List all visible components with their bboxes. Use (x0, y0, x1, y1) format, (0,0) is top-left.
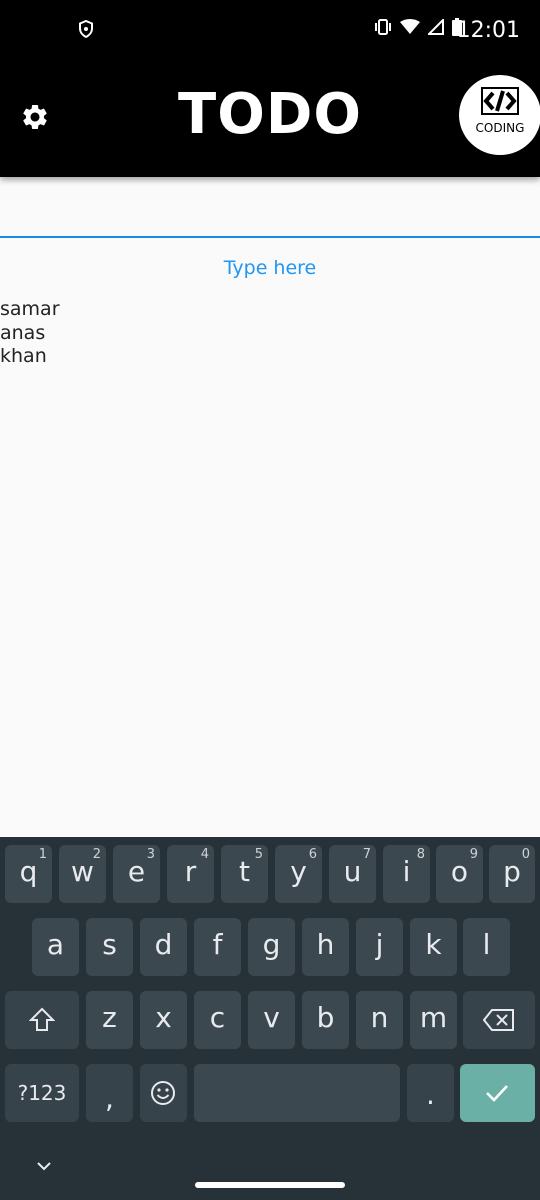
key-c[interactable]: c (194, 991, 241, 1049)
emoji-key[interactable] (140, 1064, 187, 1122)
done-key[interactable] (460, 1064, 535, 1122)
key-d[interactable]: d (140, 918, 187, 976)
key-s[interactable]: s (86, 918, 133, 976)
key-j[interactable]: j (356, 918, 403, 976)
list-item: anas (0, 321, 46, 344)
key-y[interactable]: 6y (275, 845, 322, 903)
key-q[interactable]: 1q (5, 845, 52, 903)
backspace-icon (483, 1009, 514, 1031)
signal-icon (428, 19, 444, 35)
key-g[interactable]: g (248, 918, 295, 976)
key-u[interactable]: 7u (329, 845, 376, 903)
period-key[interactable]: . (407, 1064, 454, 1122)
shift-key[interactable] (5, 991, 79, 1049)
checkmark-icon (486, 1085, 508, 1102)
list-item: khan (0, 345, 47, 367)
code-brackets-icon (481, 87, 519, 115)
key-t[interactable]: 5t (221, 845, 268, 903)
status-bar: 12:01 (0, 0, 540, 60)
key-w[interactable]: 2w (59, 845, 106, 903)
key-e[interactable]: 3e (113, 845, 160, 903)
key-x[interactable]: x (140, 991, 187, 1049)
key-k[interactable]: k (410, 918, 457, 976)
input-underline (0, 236, 540, 238)
key-f[interactable]: f (194, 918, 241, 976)
key-n[interactable]: n (356, 991, 403, 1049)
badge-label: CODING (475, 121, 525, 135)
key-m[interactable]: m (410, 991, 457, 1049)
app-bar: TODO CODING (0, 60, 540, 177)
shield-icon (79, 20, 93, 38)
emoji-icon (151, 1081, 175, 1105)
key-v[interactable]: v (248, 991, 295, 1049)
wifi-icon (400, 19, 420, 34)
key-b[interactable]: b (302, 991, 349, 1049)
shift-icon (29, 1007, 55, 1031)
backspace-key[interactable] (463, 991, 535, 1049)
symbols-key[interactable]: ?123 (5, 1064, 79, 1122)
navigation-bar (0, 1141, 540, 1200)
home-handle[interactable] (195, 1182, 345, 1188)
key-i[interactable]: 8i (383, 845, 430, 903)
key-a[interactable]: a (32, 918, 79, 976)
comma-key[interactable]: , (86, 1064, 133, 1122)
key-h[interactable]: h (302, 918, 349, 976)
coding-logo-badge[interactable]: CODING (459, 75, 540, 155)
list-item: samar (0, 298, 60, 320)
key-p[interactable]: 0p (489, 845, 535, 903)
key-o[interactable]: 9o (436, 845, 483, 903)
type-here-button[interactable]: Type here (0, 257, 540, 279)
key-z[interactable]: z (86, 991, 133, 1049)
key-l[interactable]: l (463, 918, 510, 976)
key-r[interactable]: 4r (167, 845, 214, 903)
vibrate-icon (375, 19, 391, 35)
space-key[interactable] (194, 1064, 400, 1122)
todo-input[interactable] (0, 177, 540, 237)
chevron-down-icon[interactable] (36, 1161, 52, 1171)
soft-keyboard: 1q 2w 3e 4r 5t 6y 7u 8i 9o 0p a s d f g … (0, 837, 540, 1141)
todo-list: samar anas khan (0, 298, 60, 369)
status-time: 12:01 (456, 18, 520, 43)
